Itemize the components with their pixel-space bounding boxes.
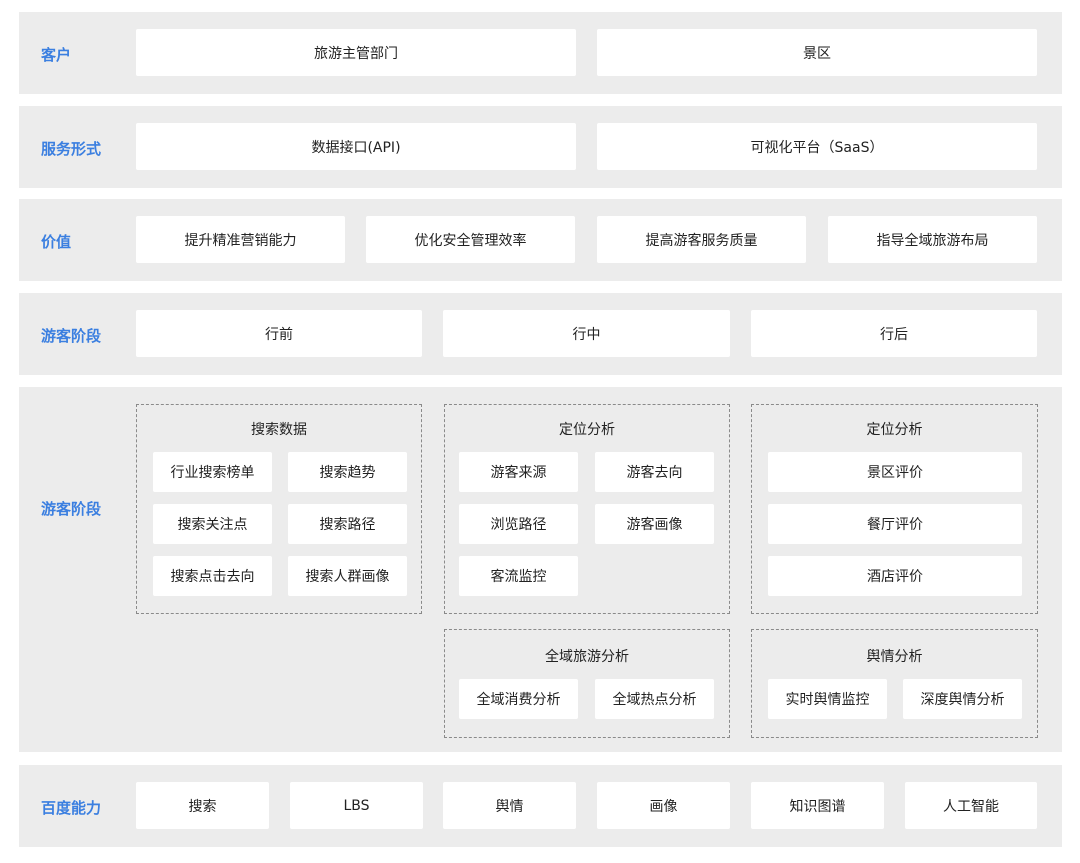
capability-item: 画像 — [597, 782, 730, 829]
value-item: 优化安全管理效率 — [366, 216, 575, 263]
group-title: 舆情分析 — [866, 649, 923, 665]
review-analysis-group: 定位分析 景区评价 餐厅评价 酒店评价 — [751, 404, 1038, 614]
analysis-item: 酒店评价 — [768, 556, 1022, 596]
analysis-item: 实时舆情监控 — [768, 679, 887, 719]
global-tourism-analysis-group: 全域旅游分析 全域消费分析 全域热点分析 — [444, 629, 730, 738]
stage-item: 行前 — [136, 310, 422, 357]
service-item: 数据接口(API) — [136, 123, 576, 170]
baidu-capability-row: 百度能力 搜索 LBS 舆情 画像 知识图谱 人工智能 — [19, 765, 1062, 847]
analysis-item: 搜索关注点 — [153, 504, 272, 544]
value-item: 提升精准营销能力 — [136, 216, 345, 263]
row-label-value: 价值 — [41, 233, 72, 251]
analysis-item: 全域热点分析 — [595, 679, 714, 719]
service-item: 可视化平台（SaaS） — [597, 123, 1037, 170]
customer-item: 旅游主管部门 — [136, 29, 576, 76]
location-analysis-group: 定位分析 游客来源 游客去向 浏览路径 游客画像 客流监控 — [444, 404, 730, 614]
value-item: 提高游客服务质量 — [597, 216, 806, 263]
analysis-item: 客流监控 — [459, 556, 578, 596]
capability-item: 搜索 — [136, 782, 269, 829]
analysis-item: 浏览路径 — [459, 504, 578, 544]
analysis-item: 游客画像 — [595, 504, 714, 544]
capability-item: 人工智能 — [905, 782, 1037, 829]
group-title: 搜索数据 — [251, 422, 307, 438]
capability-item: 舆情 — [443, 782, 576, 829]
value-row: 价值 提升精准营销能力 优化安全管理效率 提高游客服务质量 指导全域旅游布局 — [19, 199, 1062, 281]
analysis-item: 行业搜索榜单 — [153, 452, 272, 492]
row-label-analysis: 游客阶段 — [41, 500, 102, 518]
customer-row: 客户 旅游主管部门 景区 — [19, 12, 1062, 94]
analysis-row: 游客阶段 搜索数据 行业搜索榜单 搜索趋势 搜索关注点 搜索路径 搜索点击去向 … — [19, 387, 1062, 752]
row-label-service: 服务形式 — [41, 140, 102, 158]
analysis-item: 景区评价 — [768, 452, 1022, 492]
analysis-item: 搜索路径 — [288, 504, 407, 544]
group-title: 定位分析 — [559, 422, 615, 438]
row-label-stage: 游客阶段 — [41, 327, 102, 345]
analysis-item: 餐厅评价 — [768, 504, 1022, 544]
search-data-group: 搜索数据 行业搜索榜单 搜索趋势 搜索关注点 搜索路径 搜索点击去向 搜索人群画… — [136, 404, 422, 614]
analysis-item: 全域消费分析 — [459, 679, 578, 719]
analysis-item: 游客去向 — [595, 452, 714, 492]
group-title: 全域旅游分析 — [545, 649, 629, 665]
stage-row: 游客阶段 行前 行中 行后 — [19, 293, 1062, 375]
analysis-item: 搜索人群画像 — [288, 556, 407, 596]
value-item: 指导全域旅游布局 — [828, 216, 1037, 263]
capability-item: 知识图谱 — [751, 782, 884, 829]
row-label-baidu: 百度能力 — [41, 799, 102, 817]
service-row: 服务形式 数据接口(API) 可视化平台（SaaS） — [19, 106, 1062, 188]
group-title: 定位分析 — [866, 422, 923, 438]
capability-item: LBS — [290, 782, 423, 829]
stage-item: 行中 — [443, 310, 730, 357]
analysis-item: 深度舆情分析 — [903, 679, 1022, 719]
analysis-item: 搜索点击去向 — [153, 556, 272, 596]
customer-item: 景区 — [597, 29, 1037, 76]
opinion-analysis-group: 舆情分析 实时舆情监控 深度舆情分析 — [751, 629, 1038, 738]
stage-item: 行后 — [751, 310, 1037, 357]
analysis-item: 游客来源 — [459, 452, 578, 492]
analysis-item: 搜索趋势 — [288, 452, 407, 492]
row-label-customer: 客户 — [41, 46, 72, 64]
